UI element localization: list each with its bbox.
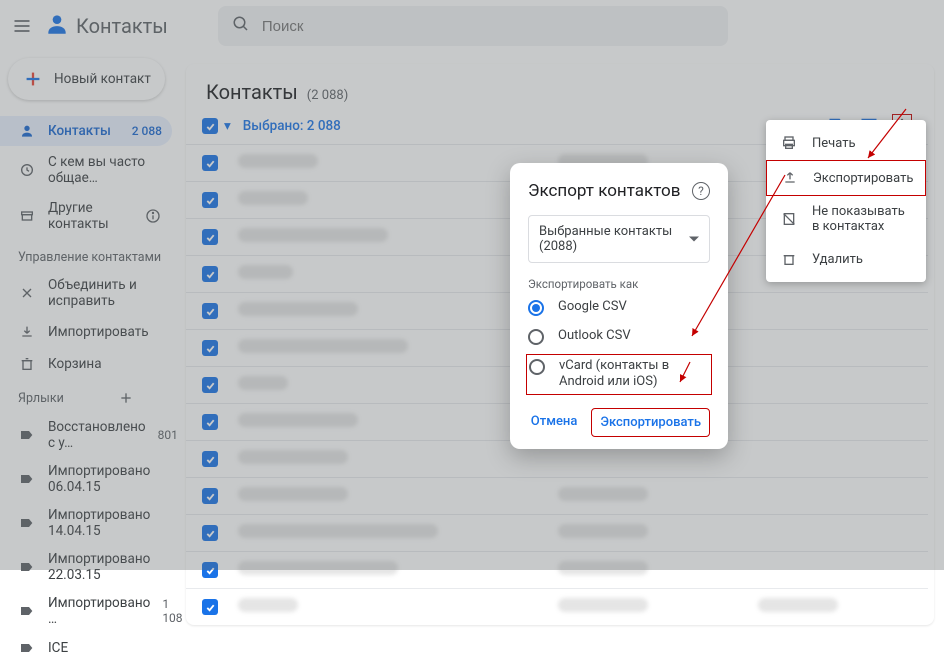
export-icon bbox=[781, 169, 799, 187]
dialog-title: Экспорт контактов ? bbox=[528, 181, 710, 201]
label-icon bbox=[18, 639, 36, 657]
dialog-scope-select[interactable]: Выбранные контакты (2088) bbox=[528, 215, 710, 263]
label-icon bbox=[18, 602, 36, 620]
sidebar-label-item[interactable]: ICE bbox=[8, 633, 172, 663]
radio-icon bbox=[528, 300, 544, 316]
overflow-menu: ПечатьЭкспортироватьНе показывать в конт… bbox=[766, 120, 926, 282]
dialog-export-button[interactable]: Экспортировать bbox=[591, 408, 710, 437]
radio-icon bbox=[528, 329, 544, 345]
help-icon[interactable]: ? bbox=[692, 182, 710, 200]
export-format-option[interactable]: vCard (контакты в Android или iOS) bbox=[526, 354, 712, 395]
menu-item-export[interactable]: Экспортировать bbox=[766, 160, 926, 196]
hide-icon bbox=[780, 210, 798, 228]
delete-icon bbox=[780, 250, 798, 268]
radio-icon bbox=[529, 359, 545, 375]
menu-item-hide[interactable]: Не показывать в контактах bbox=[766, 196, 926, 242]
export-format-option[interactable]: Outlook CSV bbox=[528, 328, 710, 345]
print-icon bbox=[780, 134, 798, 152]
dialog-scrim[interactable] bbox=[0, 0, 944, 570]
contact-row[interactable] bbox=[186, 588, 928, 625]
menu-item-delete[interactable]: Удалить bbox=[766, 242, 926, 276]
dialog-sublabel: Экспортировать как bbox=[528, 277, 710, 291]
export-dialog: Экспорт контактов ? Выбранные контакты (… bbox=[510, 163, 728, 449]
menu-item-print[interactable]: Печать bbox=[766, 126, 926, 160]
dialog-cancel-button[interactable]: Отмена bbox=[523, 408, 586, 437]
row-checkbox[interactable] bbox=[202, 599, 218, 615]
export-format-option[interactable]: Google CSV bbox=[528, 299, 710, 316]
sidebar-label-item[interactable]: Импортировано …1 108 bbox=[8, 589, 172, 633]
export-format-radio-group: Google CSV Outlook CSV vCard (контакты в A… bbox=[528, 299, 710, 392]
